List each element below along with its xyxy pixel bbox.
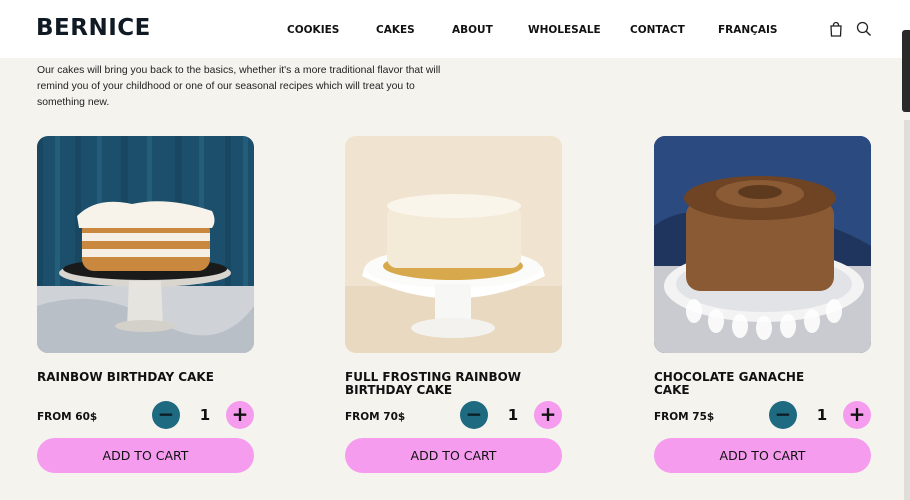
site-header: BERNICE COOKIES CAKES ABOUT WHOLESALE CO… bbox=[0, 0, 910, 58]
product-image-rainbow[interactable] bbox=[37, 136, 254, 353]
add-to-cart-button[interactable]: ADD TO CART bbox=[345, 438, 562, 473]
quantity-value: 1 bbox=[199, 406, 211, 424]
quantity-minus-button[interactable]: − bbox=[769, 401, 797, 429]
page-edge-shadow bbox=[902, 30, 910, 112]
search-icon[interactable] bbox=[856, 21, 872, 37]
site-logo[interactable]: BERNICE bbox=[36, 15, 151, 41]
quantity-minus-button[interactable]: − bbox=[152, 401, 180, 429]
nav-about[interactable]: ABOUT bbox=[452, 24, 493, 36]
nav-wholesale[interactable]: WHOLESALE bbox=[528, 24, 601, 36]
product-price: FROM 75$ bbox=[654, 411, 715, 423]
nav-cookies[interactable]: COOKIES bbox=[287, 24, 339, 36]
product-card: CHOCOLATE GANACHE CAKE FROM 75$ − 1 + AD… bbox=[654, 136, 871, 473]
intro-text: Our cakes will bring you back to the bas… bbox=[37, 65, 441, 108]
product-image-chocolate[interactable] bbox=[654, 136, 871, 353]
nav-cakes[interactable]: CAKES bbox=[376, 24, 415, 36]
quantity-plus-button[interactable]: + bbox=[843, 401, 871, 429]
add-to-cart-button[interactable]: ADD TO CART bbox=[37, 438, 254, 473]
shopping-bag-icon[interactable] bbox=[828, 21, 844, 37]
product-card: FULL FROSTING RAINBOW BIRTHDAY CAKE FROM… bbox=[345, 136, 562, 473]
quantity-value: 1 bbox=[816, 406, 828, 424]
product-price: FROM 60$ bbox=[37, 411, 98, 423]
product-title[interactable]: FULL FROSTING RAINBOW BIRTHDAY CAKE bbox=[345, 371, 525, 396]
nav-contact[interactable]: CONTACT bbox=[630, 24, 685, 36]
quantity-plus-button[interactable]: + bbox=[534, 401, 562, 429]
quantity-plus-button[interactable]: + bbox=[226, 401, 254, 429]
product-price: FROM 70$ bbox=[345, 411, 406, 423]
quantity-value: 1 bbox=[507, 406, 519, 424]
quantity-minus-button[interactable]: − bbox=[460, 401, 488, 429]
product-title[interactable]: CHOCOLATE GANACHE CAKE bbox=[654, 371, 834, 396]
product-title[interactable]: RAINBOW BIRTHDAY CAKE bbox=[37, 371, 217, 384]
product-image-full-frosting[interactable] bbox=[345, 136, 562, 353]
add-to-cart-button[interactable]: ADD TO CART bbox=[654, 438, 871, 473]
product-card: RAINBOW BIRTHDAY CAKE FROM 60$ − 1 + ADD… bbox=[37, 136, 254, 473]
page-edge-strip bbox=[904, 120, 910, 500]
nav-francais[interactable]: FRANÇAIS bbox=[718, 24, 777, 36]
